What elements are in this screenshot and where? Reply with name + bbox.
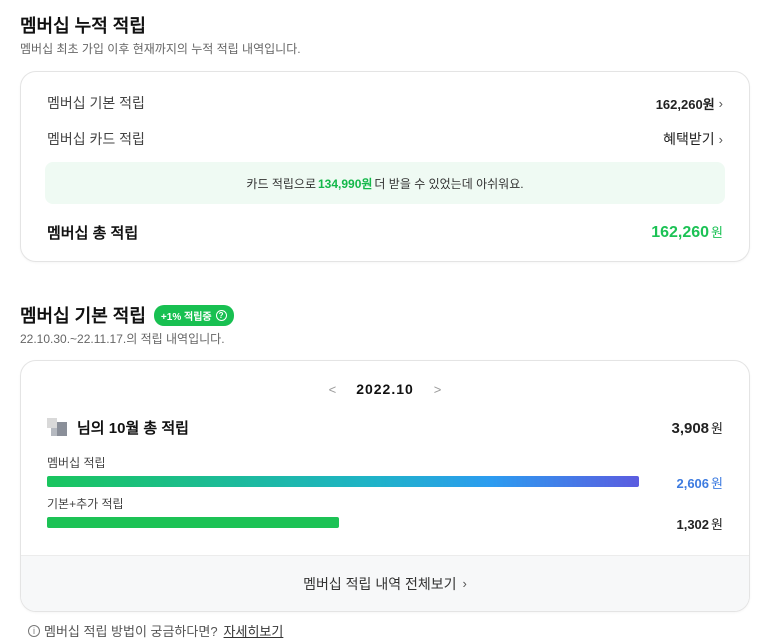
basic-accrual-value: 162,260원 › <box>656 94 723 113</box>
basic-section-title: 멤버십 기본 적립 +1% 적립중 ? <box>20 302 234 328</box>
cumulative-title-text: 멤버십 누적 적립 <box>20 16 146 36</box>
card-benefit-link-text: 혜택받기 <box>663 131 715 147</box>
card-accrual-label: 멤버십 카드 적립 <box>47 131 145 147</box>
basic-extra-amount: 1,302 <box>676 517 710 532</box>
total-accrual-unit: 원 <box>711 225 723 240</box>
chevron-right-icon: › <box>718 95 723 111</box>
membership-accrual-bar <box>47 476 639 487</box>
basic-accrual-row[interactable]: 멤버십 기본 적립 162,260원 › <box>47 92 723 114</box>
card-accrual-row[interactable]: 멤버십 카드 적립 혜택받기 › <box>47 128 723 150</box>
view-all-history-button[interactable]: 멤버십 적립 내역 전체보기 › <box>21 555 749 611</box>
total-accrual-value: 162,260 원 <box>651 222 723 242</box>
basic-accrual-card: < 2022.10 > 님의 10월 총 적립 3,908 원 멤버십 적립 2,… <box>20 360 750 612</box>
basic-title-text: 멤버십 기본 적립 <box>20 306 146 326</box>
cumulative-card: 멤버십 기본 적립 162,260원 › 멤버십 카드 적립 혜택받기 › 카드… <box>20 71 750 262</box>
question-icon: ? <box>215 309 227 321</box>
basic-extra-bar <box>47 517 339 528</box>
basic-accrual-label: 멤버십 기본 적립 <box>47 95 145 111</box>
total-accrual-label: 멤버십 총 적립 <box>47 224 139 242</box>
membership-accrual-bar-label: 멤버십 적립 <box>47 456 106 470</box>
user-summary-text: 님의 10월 총 적립 <box>77 420 189 437</box>
notice-amount: 134,990원 <box>318 176 373 191</box>
total-accrual-amount: 162,260 <box>651 224 710 241</box>
user-total-unit: 원 <box>711 421 723 436</box>
cumulative-subtitle: 멤버십 최초 가입 이후 현재까지의 누적 적립 내역입니다. <box>20 42 301 56</box>
basic-accrual-amount: 162,260원 <box>655 96 715 112</box>
chevron-right-icon: › <box>462 576 467 591</box>
details-link[interactable]: 자세히보기 <box>224 621 284 640</box>
basic-extra-unit: 원 <box>711 517 723 532</box>
view-all-text: 멤버십 적립 내역 전체보기 <box>303 575 457 592</box>
badge-text: +1% 적립중 <box>160 311 212 323</box>
chevron-right-icon[interactable]: > <box>434 382 442 397</box>
month-label: 2022.10 <box>356 381 414 397</box>
help-line: i 멤버십 적립 방법이 궁금하다면? 자세히보기 <box>28 621 283 640</box>
chevron-left-icon[interactable]: < <box>329 382 337 397</box>
basic-extra-value: 1,302 원 <box>676 514 723 533</box>
month-navigator: < 2022.10 > <box>21 381 749 397</box>
avatar <box>47 417 73 438</box>
membership-accrual-amount: 2,606 <box>676 476 710 491</box>
total-accrual-row: 멤버십 총 적립 162,260 원 <box>47 220 723 244</box>
cumulative-section-title: 멤버십 누적 적립 <box>20 12 146 38</box>
membership-accrual-unit: 원 <box>711 476 723 491</box>
accrual-rate-badge[interactable]: +1% 적립중 ? <box>153 304 234 326</box>
card-accrual-benefit: 혜택받기 › <box>663 129 723 149</box>
basic-period-text: 22.10.30.~22.11.17.의 적립 내역입니다. <box>20 332 225 346</box>
user-monthly-summary: 님의 10월 총 적립 3,908 원 <box>47 417 723 438</box>
user-total-amount: 3,908 <box>671 420 710 437</box>
help-text: 멤버십 적립 방법이 궁금하다면? <box>44 624 218 639</box>
card-accrual-notice: 카드 적립으로 134,990원 더 받을 수 있었는데 아쉬워요. <box>45 162 725 204</box>
membership-accrual-value: 2,606 원 <box>676 473 723 492</box>
notice-suffix: 더 받을 수 있었는데 아쉬워요. <box>374 176 524 191</box>
chevron-right-icon: › <box>718 131 723 147</box>
user-monthly-total: 3,908 원 <box>671 418 723 437</box>
info-icon: i <box>28 624 40 637</box>
user-summary-label: 님의 10월 총 적립 <box>47 417 189 438</box>
basic-extra-bar-label: 기본+추가 적립 <box>47 497 124 511</box>
notice-prefix: 카드 적립으로 <box>246 176 316 191</box>
